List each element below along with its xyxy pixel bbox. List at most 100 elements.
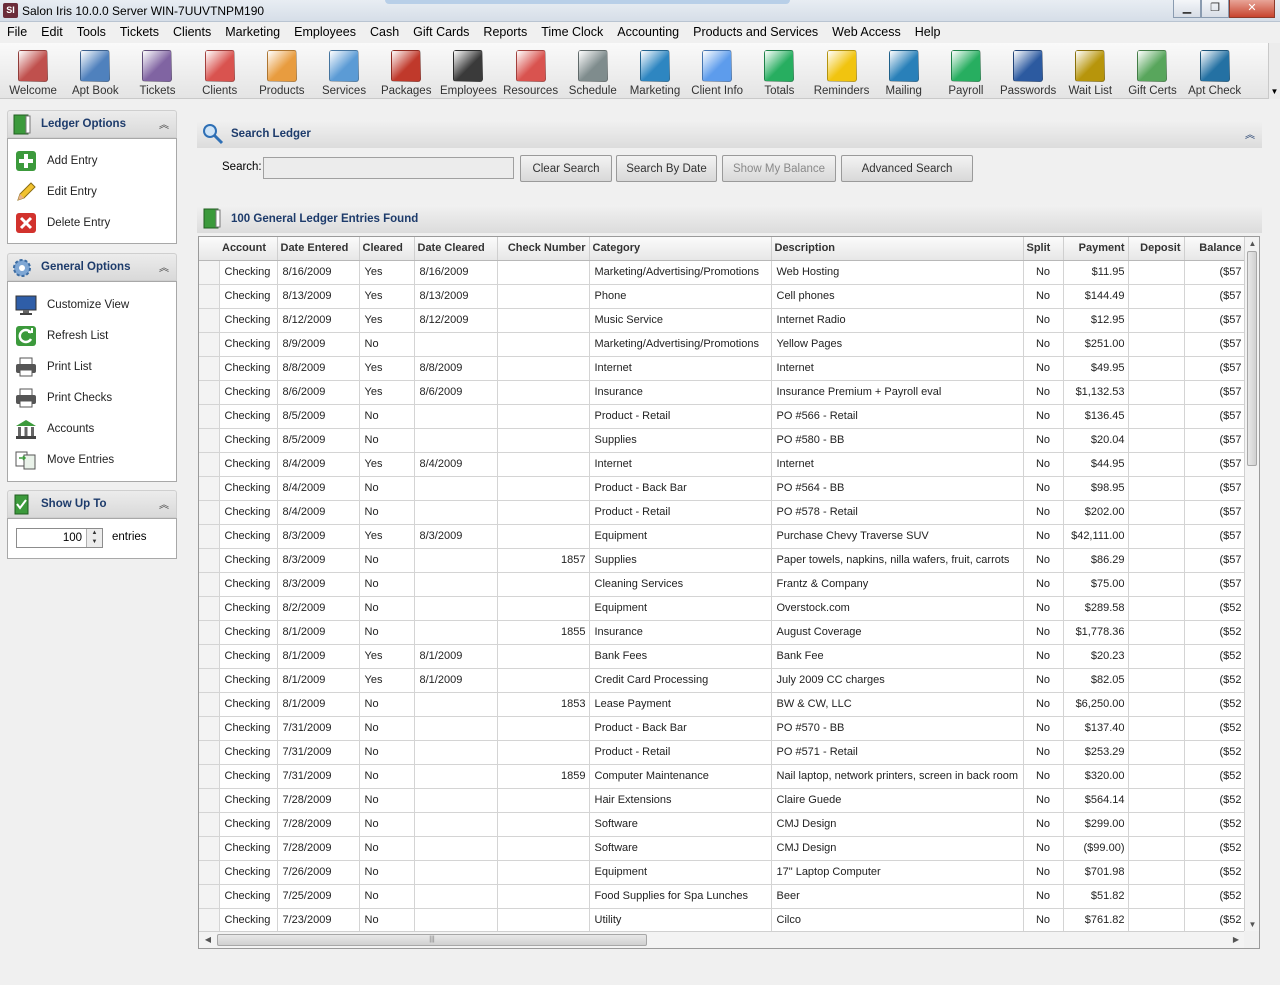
column-header-payment[interactable]: Payment (1063, 237, 1129, 261)
table-row[interactable]: Checking 7/28/2009 No Hair Extensions Claire… (199, 788, 1246, 813)
column-header-date-entered[interactable]: Date Entered (277, 237, 360, 261)
row-selector[interactable] (199, 716, 220, 741)
menu-products-and-services[interactable]: Products and Services (686, 22, 825, 43)
column-header-cleared[interactable]: Cleared (359, 237, 415, 261)
table-row[interactable]: Checking 8/12/2009 Yes 8/12/2009 Music Servi… (199, 308, 1246, 333)
table-row[interactable]: Checking 8/16/2009 Yes 8/16/2009 Marketing/A… (199, 260, 1246, 285)
collapse-chevron-icon[interactable]: ︽ (159, 496, 169, 511)
row-selector[interactable] (199, 500, 220, 525)
menu-help[interactable]: Help (908, 22, 948, 43)
show-my-balance-button[interactable]: Show My Balance (722, 155, 836, 182)
row-selector[interactable] (199, 884, 220, 909)
search-by-date-button[interactable]: Search By Date (616, 155, 717, 182)
advanced-search-button[interactable]: Advanced Search (841, 155, 973, 182)
toolbar-apt-check-button[interactable]: Apt Check (1184, 43, 1246, 99)
toolbar-client-info-button[interactable]: Client Info (686, 43, 748, 99)
toolbar-tickets-button[interactable]: Tickets (126, 43, 188, 99)
column-header-split[interactable]: Split (1023, 237, 1064, 261)
scroll-up-arrow-icon[interactable]: ▲ (1245, 237, 1259, 251)
row-selector[interactable] (199, 572, 220, 597)
table-row[interactable]: Checking 8/4/2009 No Product - Back Bar PO #… (199, 476, 1246, 501)
menu-web-access[interactable]: Web Access (825, 22, 908, 43)
row-selector[interactable] (199, 260, 220, 285)
search-input[interactable] (263, 157, 514, 179)
row-selector[interactable] (199, 596, 220, 621)
table-row[interactable]: Checking 8/5/2009 No Supplies PO #580 - BB No… (199, 428, 1246, 453)
table-row[interactable]: Checking 8/4/2009 Yes 8/4/2009 Internet Inter… (199, 452, 1246, 477)
column-header-description[interactable]: Description (771, 237, 1024, 261)
table-row[interactable]: Checking 7/31/2009 No Product - Back Bar PO … (199, 716, 1246, 741)
menu-clients[interactable]: Clients (166, 22, 218, 43)
menu-cash[interactable]: Cash (363, 22, 406, 43)
table-row[interactable]: Checking 8/13/2009 Yes 8/13/2009 Phone Cell p… (199, 284, 1246, 309)
table-row[interactable]: Checking 7/25/2009 No Food Supplies for Spa… (199, 884, 1246, 909)
row-selector[interactable] (199, 788, 220, 813)
toolbar-overflow-button[interactable]: ▼ (1268, 43, 1280, 99)
toolbar-packages-button[interactable]: Packages (375, 43, 437, 99)
row-selector[interactable] (199, 404, 220, 429)
collapse-chevron-icon[interactable]: ︽ (159, 116, 169, 131)
table-row[interactable]: Checking 8/3/2009 No Cleaning Services Frant… (199, 572, 1246, 597)
ledger-options-item-delete-entry[interactable]: Delete Entry (8, 207, 176, 238)
table-row[interactable]: Checking 8/1/2009 No 1853 Lease Payment BW & … (199, 692, 1246, 717)
table-row[interactable]: Checking 8/3/2009 No 1857 Supplies Paper towe… (199, 548, 1246, 573)
table-row[interactable]: Checking 7/23/2009 No Utility Cilco No $761.82… (199, 908, 1246, 933)
menu-gift-cards[interactable]: Gift Cards (406, 22, 476, 43)
column-header-date-cleared[interactable]: Date Cleared (414, 237, 498, 261)
table-row[interactable]: Checking 7/28/2009 No Software CMJ Design No $… (199, 812, 1246, 837)
row-selector[interactable] (199, 380, 220, 405)
table-row[interactable]: Checking 8/1/2009 No 1855 Insurance August Co… (199, 620, 1246, 645)
horizontal-scrollbar[interactable]: ◀ ||| ▶ (199, 931, 1245, 948)
general-options-item-refresh-list[interactable]: Refresh List (8, 320, 176, 351)
scroll-left-arrow-icon[interactable]: ◀ (201, 932, 215, 948)
menu-accounting[interactable]: Accounting (610, 22, 686, 43)
row-selector[interactable] (199, 620, 220, 645)
general-options-header[interactable]: General Options ︽ (7, 253, 177, 281)
menu-reports[interactable]: Reports (476, 22, 534, 43)
entries-count-stepper[interactable]: 100 ▲ ▼ (16, 528, 103, 548)
toolbar-clients-button[interactable]: Clients (189, 43, 251, 99)
row-selector[interactable] (199, 860, 220, 885)
scroll-right-arrow-icon[interactable]: ▶ (1229, 932, 1243, 948)
column-header-category[interactable]: Category (589, 237, 772, 261)
general-options-item-customize-view[interactable]: Customize View (8, 289, 176, 320)
scroll-down-arrow-icon[interactable]: ▼ (1245, 918, 1259, 932)
general-options-item-print-checks[interactable]: Print Checks (8, 382, 176, 413)
vertical-scrollbar[interactable]: ▲ ▼ (1244, 237, 1259, 932)
table-row[interactable]: Checking 8/1/2009 Yes 8/1/2009 Bank Fees Bank… (199, 644, 1246, 669)
minimize-button[interactable]: ▁ (1173, 0, 1201, 18)
maximize-button[interactable]: ❐ (1201, 0, 1229, 18)
menu-employees[interactable]: Employees (287, 22, 363, 43)
table-row[interactable]: Checking 8/1/2009 Yes 8/1/2009 Credit Card P… (199, 668, 1246, 693)
horizontal-scroll-thumb[interactable]: ||| (217, 934, 647, 946)
toolbar-mailing-button[interactable]: Mailing (873, 43, 935, 99)
toolbar-marketing-button[interactable]: Marketing (624, 43, 686, 99)
toolbar-resources-button[interactable]: Resources (500, 43, 562, 99)
table-row[interactable]: Checking 8/6/2009 Yes 8/6/2009 Insurance Insu… (199, 380, 1246, 405)
toolbar-wait-list-button[interactable]: Wait List (1059, 43, 1121, 99)
toolbar-gift-certs-button[interactable]: Gift Certs (1121, 43, 1183, 99)
row-selector[interactable] (199, 692, 220, 717)
toolbar-products-button[interactable]: Products (251, 43, 313, 99)
menu-time-clock[interactable]: Time Clock (534, 22, 610, 43)
close-button[interactable]: ✕ (1229, 0, 1275, 18)
ledger-options-item-add-entry[interactable]: Add Entry (8, 145, 176, 176)
table-row[interactable]: Checking 8/8/2009 Yes 8/8/2009 Internet Inter… (199, 356, 1246, 381)
menu-file[interactable]: File (0, 22, 34, 43)
show-up-to-header[interactable]: Show Up To ︽ (7, 490, 177, 518)
ledger-options-header[interactable]: Ledger Options ︽ (7, 110, 177, 138)
table-row[interactable]: Checking 8/5/2009 No Product - Retail PO #56… (199, 404, 1246, 429)
toolbar-apt-book-button[interactable]: Apt Book (64, 43, 126, 99)
toolbar-schedule-button[interactable]: Schedule (562, 43, 624, 99)
menu-edit[interactable]: Edit (34, 22, 70, 43)
row-selector[interactable] (199, 476, 220, 501)
general-options-item-accounts[interactable]: Accounts (8, 413, 176, 444)
table-row[interactable]: Checking 8/3/2009 Yes 8/3/2009 Equipment Purc… (199, 524, 1246, 549)
collapse-chevron-icon[interactable]: ︽ (1245, 126, 1255, 141)
entries-count-value[interactable]: 100 (63, 532, 82, 544)
menu-marketing[interactable]: Marketing (218, 22, 287, 43)
vertical-scroll-thumb[interactable] (1247, 251, 1257, 466)
table-row[interactable]: Checking 8/2/2009 No Equipment Overstock.com… (199, 596, 1246, 621)
toolbar-services-button[interactable]: Services (313, 43, 375, 99)
menu-tools[interactable]: Tools (70, 22, 113, 43)
